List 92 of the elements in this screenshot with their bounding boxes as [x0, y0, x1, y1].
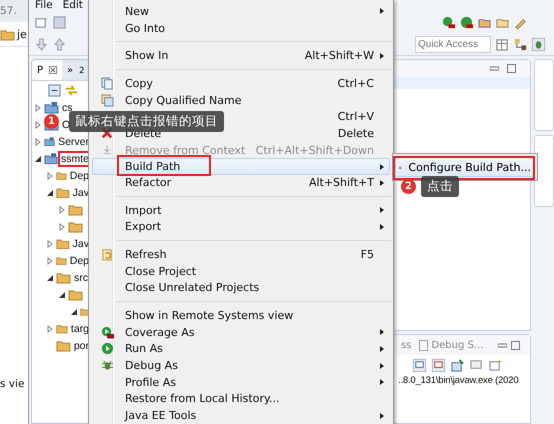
maximize-icon[interactable]	[511, 340, 520, 350]
document-icon	[419, 340, 428, 350]
expand-arrow-icon[interactable]	[58, 206, 66, 214]
tab-label[interactable]: je	[17, 28, 27, 40]
menu-item[interactable]: Show In Alt+Shift+W	[92, 47, 390, 64]
menu-item[interactable]: New	[92, 3, 390, 20]
tree-item[interactable]: cs	[61, 102, 74, 114]
tree-item[interactable]: por	[72, 340, 90, 352]
project-icon	[44, 152, 58, 165]
console-icon[interactable]	[413, 358, 426, 372]
folder-icon	[56, 339, 71, 352]
status-text: s vie	[0, 378, 26, 390]
expand-arrow-icon[interactable]	[46, 172, 54, 180]
coverage-icon[interactable]	[442, 16, 455, 28]
down-arrow-icon[interactable]	[35, 38, 48, 50]
close-icon[interactable]	[49, 66, 58, 74]
project-icon	[44, 135, 56, 148]
menu-item[interactable]: Build Path	[92, 158, 390, 176]
menu-item[interactable]: Run As	[92, 340, 390, 358]
copy-icon	[100, 76, 114, 90]
minimize-icon[interactable]	[490, 64, 499, 73]
side-panel	[534, 59, 554, 131]
collapse-arrow-icon[interactable]	[70, 308, 78, 316]
tree-item[interactable]: src	[73, 272, 89, 284]
folder-icon	[0, 28, 15, 40]
folder-icon	[56, 237, 70, 250]
menu-item[interactable]: Close Unrelated Projects	[92, 280, 390, 296]
window-title: 57.	[0, 5, 17, 17]
view-tab[interactable]: P	[32, 60, 62, 80]
tree-item[interactable]: Dep	[68, 170, 90, 182]
new-icon[interactable]	[35, 16, 48, 28]
hierarchy-icon[interactable]	[514, 38, 527, 50]
annotation-tooltip: 点击	[421, 176, 459, 197]
project-icon	[44, 101, 59, 114]
pin-icon[interactable]	[451, 358, 464, 372]
annotation-tooltip: 鼠标右键点击报错的项目	[69, 111, 224, 132]
run-icon[interactable]	[460, 16, 473, 28]
expand-arrow-icon[interactable]	[34, 120, 42, 128]
menu-item[interactable]: Java EE Tools	[92, 407, 390, 424]
collapse-arrow-icon[interactable]	[46, 188, 54, 196]
menu-item[interactable]: Edit	[62, 0, 83, 11]
maximize-icon[interactable]	[507, 64, 516, 73]
side-panel	[534, 135, 554, 207]
copy-icon	[100, 94, 114, 106]
new-console-icon[interactable]	[489, 358, 502, 372]
console-text: ..8.0_131\bin\javaw.exe (2020	[398, 375, 518, 386]
link-icon[interactable]	[65, 84, 78, 96]
tree-item[interactable]: Server	[57, 136, 90, 148]
menu-item[interactable]: Close Project	[92, 262, 390, 280]
up-arrow-icon[interactable]	[53, 38, 66, 50]
save-icon[interactable]	[53, 16, 66, 28]
menu-item[interactable]: Copy Ctrl+C	[92, 74, 390, 92]
menu-item[interactable]: Debug As	[92, 357, 390, 374]
display-icon[interactable]	[470, 358, 483, 372]
expand-arrow-icon[interactable]	[46, 324, 54, 332]
menu-item[interactable]: Refactor Alt+Shift+T	[92, 174, 390, 191]
menu-item[interactable]: File	[35, 0, 53, 11]
expand-arrow-icon[interactable]	[46, 240, 54, 248]
expand-arrow-icon[interactable]	[58, 222, 66, 230]
remove-icon	[101, 144, 113, 156]
folder-icon	[68, 220, 83, 233]
menu-item[interactable]: Restore from Local History...	[92, 390, 390, 408]
menu-item[interactable]: Refresh F5	[92, 246, 390, 263]
collapse-arrow-icon[interactable]	[58, 290, 66, 298]
collapse-arrow-icon[interactable]	[46, 274, 54, 282]
tree-item[interactable]: Jav	[72, 186, 90, 198]
folder-icon	[68, 203, 83, 216]
menu-item[interactable]: Copy Qualified Name	[92, 92, 390, 108]
folder-icon	[56, 322, 68, 335]
folder-icon	[56, 271, 71, 284]
menu-item[interactable]: Export	[92, 218, 390, 236]
folder-icon	[68, 288, 83, 301]
perspective-icon[interactable]	[496, 38, 509, 50]
menu-item[interactable]: Import	[92, 202, 390, 218]
menu-item[interactable]: Coverage As	[92, 324, 390, 341]
folder-icon	[56, 186, 70, 199]
menu-item[interactable]: Profile As	[92, 374, 390, 391]
expand-arrow-icon[interactable]	[34, 104, 42, 112]
tree-item[interactable]: Dep	[68, 254, 90, 266]
expand-arrow-icon[interactable]	[34, 138, 42, 146]
tree-item[interactable]: ssmte	[60, 152, 90, 164]
collapse-arrow-icon[interactable]	[34, 154, 42, 162]
menu-item[interactable]: Show in Remote Systems view	[92, 307, 390, 324]
menu-item[interactable]: Go Into	[92, 20, 390, 36]
menu-item[interactable]: Configure Build Path...	[395, 157, 535, 177]
expand-arrow-icon[interactable]	[46, 256, 54, 264]
tree-item[interactable]: Jav	[72, 238, 90, 250]
refresh-icon	[100, 248, 114, 261]
collapse-all-icon[interactable]	[48, 84, 61, 96]
quick-access-field[interactable]: Quick Access	[415, 36, 491, 52]
console-icon[interactable]	[432, 358, 445, 372]
minimize-icon[interactable]	[498, 340, 507, 350]
